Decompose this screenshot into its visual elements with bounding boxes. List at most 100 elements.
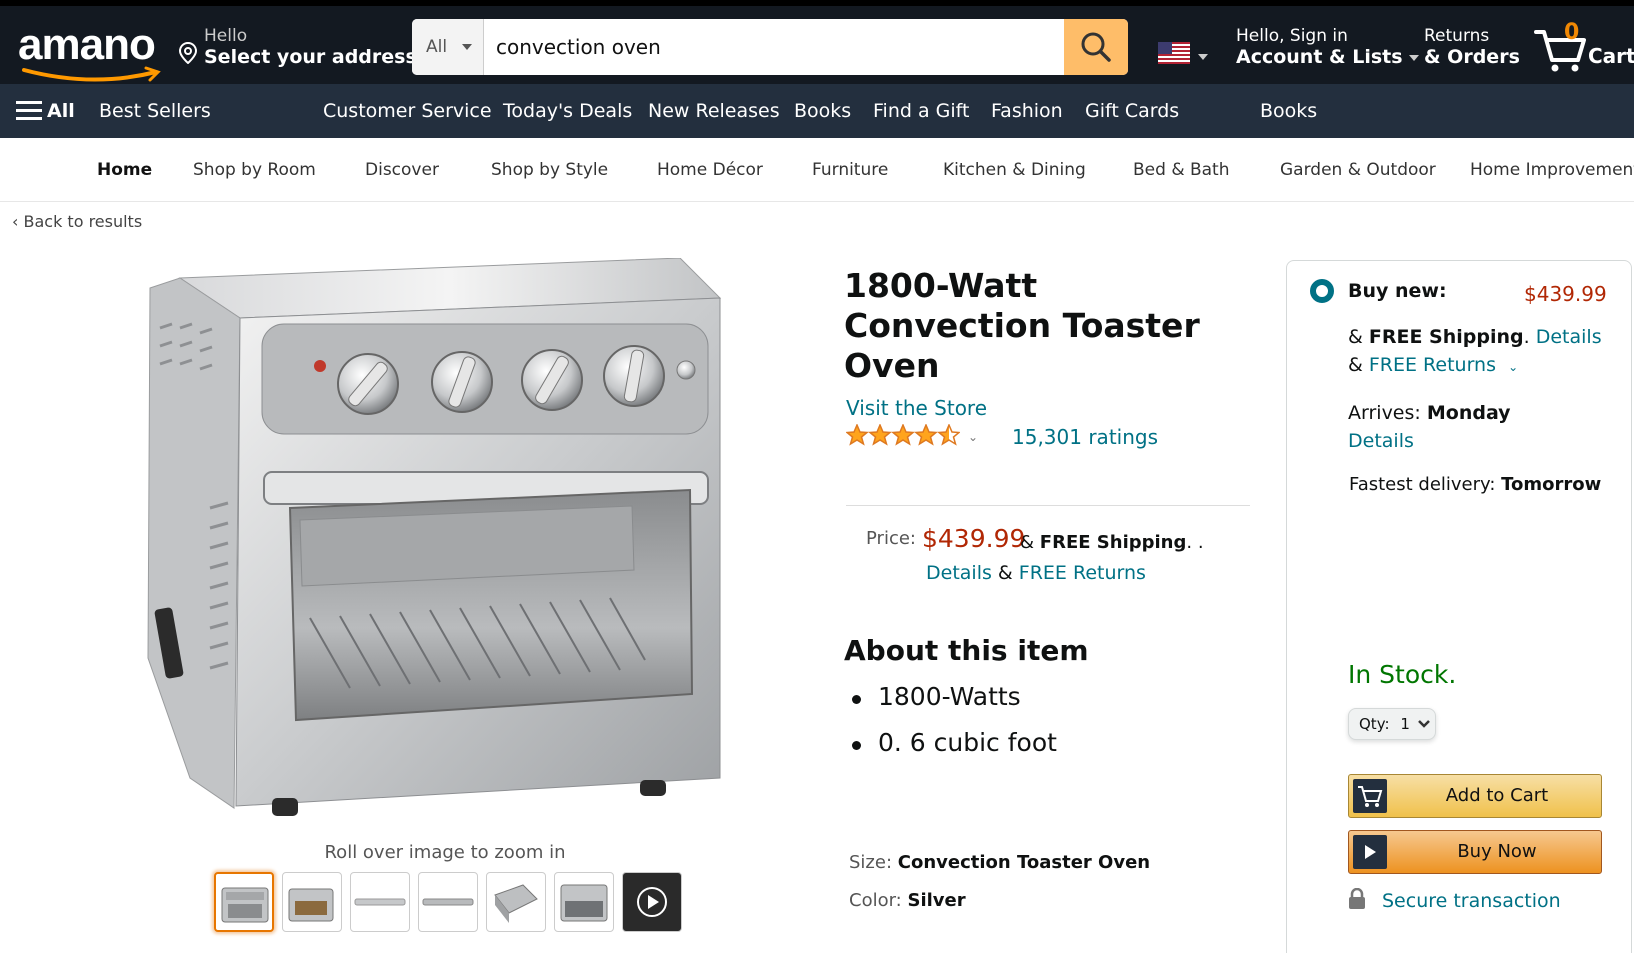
search-input[interactable] [496,19,1036,75]
oven-thumbnail-icon [221,887,269,923]
dept-home[interactable]: Home [97,138,152,202]
amano-logo[interactable]: amano [18,16,168,82]
top-navigation-bar: amano Hello Select your address All conv… [0,0,1634,84]
arrival-details-link[interactable]: Details [1348,430,1414,452]
price-links: Details & FREE Returns [926,562,1146,584]
rack-thumbnail-icon [354,898,406,906]
us-flag-icon[interactable] [1158,42,1190,64]
buy-new-radio[interactable] [1310,279,1334,303]
dept-home-improvement[interactable]: Home Improvement [1470,138,1634,202]
thumbnail-2[interactable] [282,872,342,932]
cart-label: Cart [1588,44,1634,68]
price-label: Price: [866,528,916,549]
buybox-price: $439.99 [1524,282,1607,306]
oven-front-thumbnail-icon [560,884,608,922]
dept-bed-bath[interactable]: Bed & Bath [1133,138,1230,202]
buybox-free-returns-link[interactable]: FREE Returns [1369,354,1496,376]
visit-store-link[interactable]: Visit the Store [846,396,987,420]
dept-shop-by-room[interactable]: Shop by Room [193,138,316,202]
account-and-lists[interactable]: Hello, Sign in Account & Lists [1236,26,1419,68]
dept-garden-outdoor[interactable]: Garden & Outdoor [1280,138,1436,202]
fastest-delivery-day: Tomorrow [1501,474,1602,495]
section-divider [846,505,1250,506]
location-pin-icon [178,42,198,64]
buybox-shipping-details-link[interactable]: Details [1536,326,1602,348]
nav-todays-deals[interactable]: Today's Deals [503,84,632,138]
returns-label: Returns [1424,26,1490,46]
cart-icon [1534,30,1586,72]
play-arrow-icon [1365,845,1376,859]
dept-discover[interactable]: Discover [365,138,439,202]
zoom-hint-text: Roll over image to zoom in [324,842,566,863]
search-icon [1081,32,1111,62]
search-button[interactable] [1064,19,1128,75]
logo-smile-icon [22,66,161,82]
dept-kitchen-dining[interactable]: Kitchen & Dining [943,138,1086,202]
orders-label: & Orders [1424,46,1520,68]
free-shipping-text: FREE Shipping [1039,532,1187,553]
dept-shop-by-style[interactable]: Shop by Style [491,138,608,202]
buy-now-button[interactable]: Buy Now [1348,830,1602,874]
dept-furniture[interactable]: Furniture [812,138,888,202]
search-category-dropdown[interactable]: All [412,19,484,75]
dept-home-decor[interactable]: Home Décor [657,138,763,202]
color-value: Silver [907,890,966,911]
shopping-cart-icon [1358,786,1383,807]
add-to-cart-button[interactable]: Add to Cart [1348,774,1602,818]
thumbnail-4[interactable] [418,872,478,932]
add-to-cart-label: Add to Cart [1445,785,1549,806]
account-lists-label: Account & Lists [1236,46,1419,68]
size-value: Convection Toaster Oven [897,852,1151,873]
nav-fashion[interactable]: Fashion [991,84,1063,138]
nav-customer-service[interactable]: Customer Service [323,84,492,138]
returns-chevron-icon[interactable]: ⌄ [1508,360,1518,374]
nav-books[interactable]: Books [794,84,851,138]
returns-and-orders[interactable]: Returns & Orders [1424,26,1520,68]
buy-now-label: Buy Now [1457,841,1537,862]
fastest-delivery: Fastest delivery: Tomorrow [1349,474,1602,495]
color-selection: Color: Silver [849,890,966,911]
price-details-link[interactable]: Details [926,562,992,584]
quantity-dropdown[interactable]: Qty: 1 [1348,708,1436,740]
thumbnail-5[interactable] [486,872,546,932]
logo-text: amano [18,20,156,69]
price-free-returns-link[interactable]: FREE Returns [1019,562,1146,584]
arrival-info: Arrives: Monday [1348,402,1511,424]
star-rating-icon[interactable] [846,424,960,446]
address-greeting: Hello [204,26,248,46]
buybox-shipping: & FREE Shipping. Details [1348,326,1602,348]
nav-gift-cards[interactable]: Gift Cards [1085,84,1179,138]
title-line-2: Convection Toaster Oven [844,306,1200,385]
thumbnail-video[interactable] [622,872,682,932]
stock-status: In Stock. [1348,660,1457,689]
nav-find-a-gift[interactable]: Find a Gift [873,84,969,138]
secondary-navigation-bar: All Best Sellers Customer Service Today'… [0,84,1634,138]
toaster-oven-image [147,257,722,816]
buybox-free-shipping: FREE Shipping [1368,326,1524,348]
product-price: $439.99 [922,524,1026,553]
back-to-results-link[interactable]: ‹ Back to results [12,212,142,231]
nav-books-promo[interactable]: Books [1260,84,1317,138]
language-caret-icon[interactable] [1198,54,1208,60]
product-main-image[interactable] [140,257,760,838]
ratings-count-link[interactable]: 15,301 ratings [1012,425,1158,449]
price-shipping-info: & FREE Shipping. . [1020,532,1204,553]
nav-best-sellers[interactable]: Best Sellers [99,84,211,138]
secure-transaction-link[interactable]: Secure transaction [1382,890,1561,912]
oven-food-thumbnail-icon [288,888,334,922]
cart-button[interactable]: 0 Cart [1534,20,1634,76]
feature-bullet: 1800-Watts [852,682,1057,728]
size-selection: Size: Convection Toaster Oven [849,852,1151,873]
buy-new-label: Buy new: [1348,280,1447,302]
thumbnail-1[interactable] [214,872,274,932]
thumbnail-6[interactable] [554,872,614,932]
thumbnail-3[interactable] [350,872,410,932]
rating-chevron-icon[interactable]: ⌄ [968,430,978,444]
chevron-down-icon [1418,720,1430,728]
hamburger-menu-icon [16,101,42,120]
caret-down-icon [1408,54,1419,61]
buybox-returns: & FREE Returns ⌄ [1348,354,1519,376]
qty-value: 1 [1400,715,1410,733]
qty-label: Qty: [1359,715,1390,733]
nav-new-releases[interactable]: New Releases [648,84,780,138]
